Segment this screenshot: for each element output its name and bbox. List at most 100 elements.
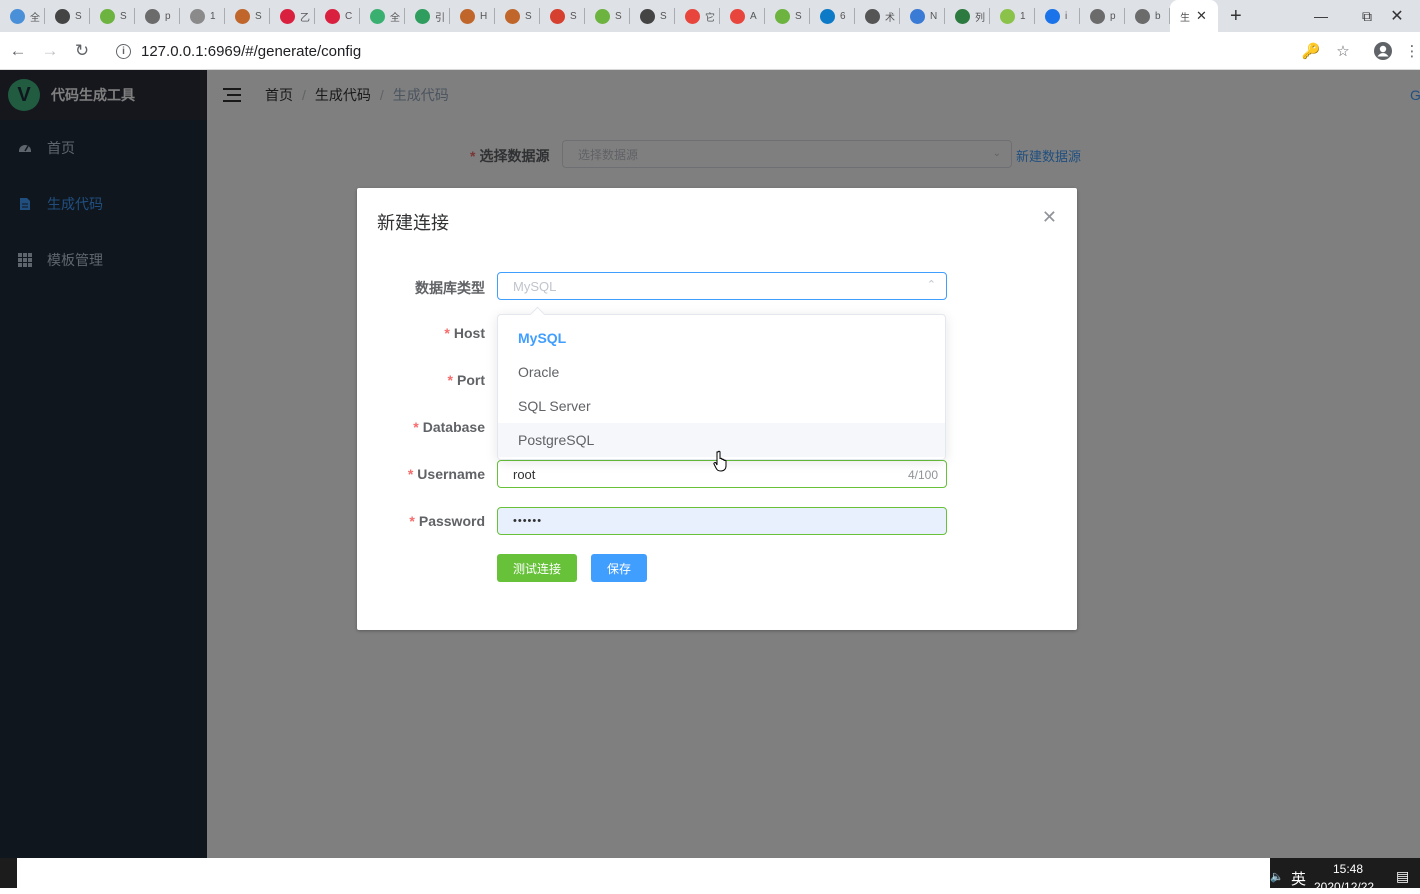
- chevron-up-icon: ⌃: [926, 279, 936, 291]
- db-type-select[interactable]: MySQL ⌃: [497, 272, 947, 300]
- monkey-icon: [55, 8, 70, 24]
- c-icon: [685, 8, 700, 24]
- g-icon: [280, 8, 295, 24]
- monkey-icon: [640, 8, 655, 24]
- gear-icon: [1045, 8, 1060, 24]
- password-input[interactable]: ••••••: [497, 507, 947, 535]
- username-char-count: 4/100: [907, 468, 938, 482]
- globe-icon: [190, 8, 205, 24]
- browser-tab[interactable]: S: [540, 0, 585, 32]
- hand-cursor-icon: [713, 450, 727, 472]
- spring-icon: [595, 8, 610, 24]
- option-sqlserver[interactable]: SQL Server: [498, 389, 945, 423]
- browser-tab[interactable]: S: [90, 0, 135, 32]
- forward-icon[interactable]: →: [34, 35, 66, 67]
- password-value: ••••••: [513, 515, 543, 527]
- tab-title: 1: [210, 10, 216, 22]
- back-icon[interactable]: ←: [2, 35, 34, 67]
- address-bar: ← → ↻ i 127.0.0.1:6969/#/generate/config…: [0, 32, 1420, 70]
- browser-tab[interactable]: 全: [360, 0, 405, 32]
- browser-tab[interactable]: 它: [675, 0, 720, 32]
- leaf-icon: [1000, 8, 1015, 24]
- username-value: root: [513, 466, 536, 482]
- tab-title: H: [480, 10, 488, 22]
- tab-title: 它: [705, 12, 715, 24]
- browser-tab[interactable]: H: [450, 0, 495, 32]
- browser-tab[interactable]: S: [585, 0, 630, 32]
- globe-icon: [955, 8, 970, 24]
- url-text[interactable]: 127.0.0.1:6969/#/generate/config: [141, 43, 361, 60]
- browser-tab[interactable]: p: [135, 0, 180, 32]
- tab-title: 列: [975, 12, 985, 24]
- port-label: * Port: [447, 372, 485, 388]
- spring-icon: [775, 8, 790, 24]
- tab-title: p: [165, 10, 171, 22]
- browser-tab[interactable]: 1: [180, 0, 225, 32]
- tab-title: i: [1065, 10, 1068, 22]
- robot-icon: [910, 8, 925, 24]
- g-icon: [325, 8, 340, 24]
- reload-icon[interactable]: ↻: [66, 35, 98, 67]
- close-tab-icon[interactable]: ✕: [1196, 8, 1207, 24]
- lion-icon: [460, 8, 475, 24]
- volume-icon[interactable]: 🔈: [1270, 870, 1284, 883]
- lion-icon: [505, 8, 520, 24]
- close-window-icon[interactable]: ✕: [1374, 0, 1420, 32]
- browser-tab[interactable]: S: [45, 0, 90, 32]
- browser-tab-active[interactable]: 生 ✕: [1170, 0, 1218, 32]
- browser-tab[interactable]: 引: [405, 0, 450, 32]
- spring-icon: [100, 8, 115, 24]
- option-oracle[interactable]: Oracle: [498, 355, 945, 389]
- browser-tab[interactable]: S: [630, 0, 675, 32]
- save-button[interactable]: 保存: [591, 554, 647, 582]
- tab-title: b: [1155, 10, 1161, 22]
- browser-tab[interactable]: S: [765, 0, 810, 32]
- profile-icon[interactable]: [1368, 36, 1398, 66]
- browser-tab[interactable]: S: [225, 0, 270, 32]
- tab-title: 1: [1020, 10, 1026, 22]
- browser-tab[interactable]: 全: [0, 0, 45, 32]
- browser-tab[interactable]: i: [1035, 0, 1080, 32]
- tab-title: S: [660, 10, 667, 22]
- password-label: * Password: [409, 513, 485, 529]
- ime-indicator[interactable]: 英: [1291, 868, 1306, 889]
- browser-tab[interactable]: A: [720, 0, 765, 32]
- tab-title: C: [345, 10, 353, 22]
- menu-dots-icon[interactable]: ⋮: [1404, 36, 1420, 66]
- tab-title: 生: [1180, 12, 1190, 24]
- new-tab-icon[interactable]: +: [1230, 5, 1242, 28]
- notification-icon[interactable]: ▤: [1396, 868, 1409, 885]
- browser-tab[interactable]: 6: [810, 0, 855, 32]
- tab-title: A: [750, 10, 757, 22]
- star-icon[interactable]: ☆: [1328, 36, 1358, 66]
- browser-tab[interactable]: p: [1080, 0, 1125, 32]
- close-icon[interactable]: ✕: [1042, 207, 1057, 228]
- browser-tab[interactable]: 术: [855, 0, 900, 32]
- browser-tab[interactable]: b: [1125, 0, 1170, 32]
- key-icon[interactable]: 🔑: [1296, 36, 1326, 66]
- browser-tab[interactable]: N: [900, 0, 945, 32]
- tab-title: S: [255, 10, 262, 22]
- clock-time: 15:48: [1333, 862, 1364, 876]
- vue-icon: [370, 8, 385, 24]
- taskbar-search-area[interactable]: [17, 858, 1270, 888]
- zhihu-icon: [820, 8, 835, 24]
- lion-icon: [235, 8, 250, 24]
- globe-icon: [1090, 8, 1105, 24]
- option-mysql[interactable]: MySQL: [498, 321, 945, 355]
- browser-tab[interactable]: 乙: [270, 0, 315, 32]
- browser-tab[interactable]: 1: [990, 0, 1035, 32]
- database-label: * Database: [413, 419, 485, 435]
- tab-title: p: [1110, 10, 1116, 22]
- tab-title: S: [120, 10, 127, 22]
- tab-title: 术: [885, 12, 895, 24]
- browser-tab[interactable]: C: [315, 0, 360, 32]
- globe-icon: [865, 8, 880, 24]
- globe-icon: [145, 8, 160, 24]
- test-connection-button[interactable]: 测试连接: [497, 554, 577, 582]
- minimize-icon[interactable]: —: [1298, 0, 1344, 32]
- browser-tab[interactable]: S: [495, 0, 540, 32]
- omnibox[interactable]: i 127.0.0.1:6969/#/generate/config: [106, 36, 1366, 66]
- info-icon[interactable]: i: [116, 43, 131, 59]
- browser-tab[interactable]: 列: [945, 0, 990, 32]
